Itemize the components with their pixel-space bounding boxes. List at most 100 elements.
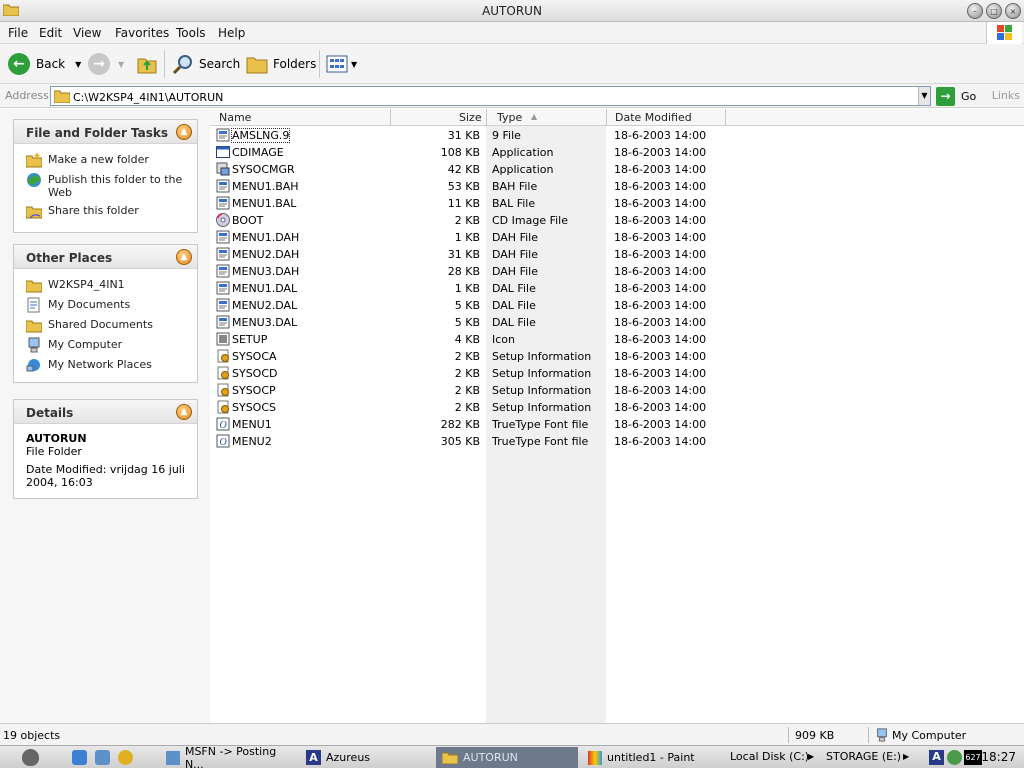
place-my-documents[interactable]: My Documents [26,297,191,313]
file-row[interactable]: SYSOCMGR 42 KB Application 18-6-2003 14:00 [210,161,810,178]
file-row[interactable]: MENU2.DAL 5 KB DAL File 18-6-2003 14:00 [210,297,810,314]
browser-icon[interactable] [72,750,87,765]
network-tray-icon[interactable] [947,750,962,765]
explorer-icon[interactable] [95,750,110,765]
title-bar[interactable]: AUTORUN – □ × [0,0,1024,22]
taskbar-item-autorun[interactable]: AUTORUN [436,747,578,768]
file-row[interactable]: MENU1.DAH 1 KB DAH File 18-6-2003 14:00 [210,229,810,246]
azureus-tray-icon[interactable]: A [929,750,944,765]
generic-file-icon [216,128,230,142]
back-button[interactable]: ← Back ▼ [8,51,81,77]
file-type: TrueType Font file [492,418,589,431]
up-folder-button[interactable] [136,51,158,77]
file-row[interactable]: MENU1.BAH 53 KB BAH File 18-6-2003 14:00 [210,178,810,195]
media-player-icon[interactable] [118,750,133,765]
links-button[interactable]: Links [992,89,1020,102]
paint-icon [588,750,602,765]
folders-icon [246,57,268,74]
views-button[interactable]: ▼ [326,51,357,77]
taskbar-item-azureus[interactable]: A Azureus [300,747,434,768]
folders-button[interactable]: Folders [246,51,316,77]
publish-folder-link[interactable]: Publish this folder to the Web [26,172,191,199]
menu-tools[interactable]: Tools [176,26,206,40]
file-row[interactable]: SETUP 4 KB Icon 18-6-2003 14:00 [210,331,810,348]
details-modified: Date Modified: vrijdag 16 juli 2004, 16:… [26,463,185,489]
menu-favorites[interactable]: Favorites [115,26,169,40]
file-row[interactable]: MENU3.DAH 28 KB DAH File 18-6-2003 14:00 [210,263,810,280]
menu-view[interactable]: View [73,26,101,40]
file-row[interactable]: O MENU2 305 KB TrueType Font file 18-6-2003 … [210,433,810,450]
tray-badge[interactable]: 627 [964,750,982,765]
file-type: TrueType Font file [492,435,589,448]
drive-e-menu[interactable]: STORAGE (E:) [826,750,901,763]
file-size: 5 KB [454,299,480,312]
file-size: 2 KB [454,214,480,227]
file-date-modified: 18-6-2003 14:00 [614,214,707,227]
panel-header[interactable]: Other Places ▲ [14,245,197,269]
close-button[interactable]: × [1005,3,1021,19]
taskbar-item-paint[interactable]: untitled1 - Paint [582,747,718,768]
file-date-modified: 18-6-2003 14:00 [614,231,707,244]
file-row[interactable]: SYSOCP 2 KB Setup Information 18-6-2003 14:… [210,382,810,399]
place-shared-documents[interactable]: Shared Documents [26,317,191,333]
clock[interactable]: 18:27 [981,750,1016,764]
start-button[interactable] [22,749,39,766]
taskbar-item-msfn[interactable]: MSFN -> Posting N... [160,745,298,768]
drive-c-menu[interactable]: Local Disk (C:) [730,750,809,763]
file-type: 9 File [492,129,521,142]
file-date-modified: 18-6-2003 14:00 [614,418,707,431]
file-row[interactable]: SYSOCA 2 KB Setup Information 18-6-2003 14:… [210,348,810,365]
go-button[interactable]: → Go [936,86,976,106]
collapse-icon[interactable]: ▲ [176,249,192,265]
file-name: AMSLNG.9 [230,128,291,143]
menu-help[interactable]: Help [218,26,245,40]
file-row[interactable]: MENU1.DAL 1 KB DAL File 18-6-2003 14:00 [210,280,810,297]
file-row[interactable]: BOOT 2 KB CD Image File 18-6-2003 14:00 [210,212,810,229]
file-list[interactable]: Name Size Type ▲ Date Modified AMSLNG.9 3… [210,109,1024,723]
file-type: Application [492,146,554,159]
folder-icon [26,280,42,293]
maximize-button[interactable]: □ [986,3,1002,19]
column-size[interactable]: Size [459,111,482,124]
place-my-network-places[interactable]: My Network Places [26,357,191,373]
column-name[interactable]: Name [219,111,251,124]
file-row[interactable]: O MENU1 282 KB TrueType Font file 18-6-2003 … [210,416,810,433]
file-row[interactable]: MENU2.DAH 31 KB DAH File 18-6-2003 14:00 [210,246,810,263]
place-w2ksp4-4in1[interactable]: W2KSP4_4IN1 [26,277,191,293]
collapse-icon[interactable]: ▲ [176,404,192,420]
file-row[interactable]: AMSLNG.9 31 KB 9 File 18-6-2003 14:00 [210,127,810,144]
details-name: AUTORUN [26,432,87,445]
forward-button[interactable]: → ▼ [88,51,124,77]
search-icon [172,55,192,75]
file-row[interactable]: MENU1.BAL 11 KB BAL File 18-6-2003 14:00 [210,195,810,212]
file-date-modified: 18-6-2003 14:00 [614,129,707,142]
column-date-modified[interactable]: Date Modified [615,111,692,124]
file-row[interactable]: MENU3.DAL 5 KB DAL File 18-6-2003 14:00 [210,314,810,331]
file-date-modified: 18-6-2003 14:00 [614,163,707,176]
taskbar: MSFN -> Posting N... A Azureus AUTORUN u… [0,745,1024,768]
chevron-down-icon[interactable]: ▼ [75,60,81,69]
make-new-folder-link[interactable]: Make a new folder [26,152,191,168]
panel-header[interactable]: File and Folder Tasks ▲ [14,120,197,144]
column-type[interactable]: Type [497,111,522,124]
generic-file-icon [216,298,230,312]
file-type: Setup Information [492,401,592,414]
minimize-button[interactable]: – [967,3,983,19]
file-date-modified: 18-6-2003 14:00 [614,282,707,295]
search-button[interactable]: Search [172,51,240,77]
menu-edit[interactable]: Edit [39,26,62,40]
collapse-icon[interactable]: ▲ [176,124,192,140]
address-input[interactable]: C:\W2KSP4_4IN1\AUTORUN ▼ [50,86,931,106]
panel-title: Other Places [26,251,113,265]
file-size: 4 KB [454,333,480,346]
address-dropdown-button[interactable]: ▼ [918,87,930,105]
file-row[interactable]: CDIMAGE 108 KB Application 18-6-2003 14:00 [210,144,810,161]
file-date-modified: 18-6-2003 14:00 [614,265,707,278]
cd-image-icon [216,213,230,227]
file-row[interactable]: SYSOCD 2 KB Setup Information 18-6-2003 14:… [210,365,810,382]
menu-file[interactable]: File [8,26,28,40]
panel-header[interactable]: Details ▲ [14,400,197,424]
share-folder-link[interactable]: Share this folder [26,203,191,219]
place-my-computer[interactable]: My Computer [26,337,191,353]
file-row[interactable]: SYSOCS 2 KB Setup Information 18-6-2003 14:… [210,399,810,416]
